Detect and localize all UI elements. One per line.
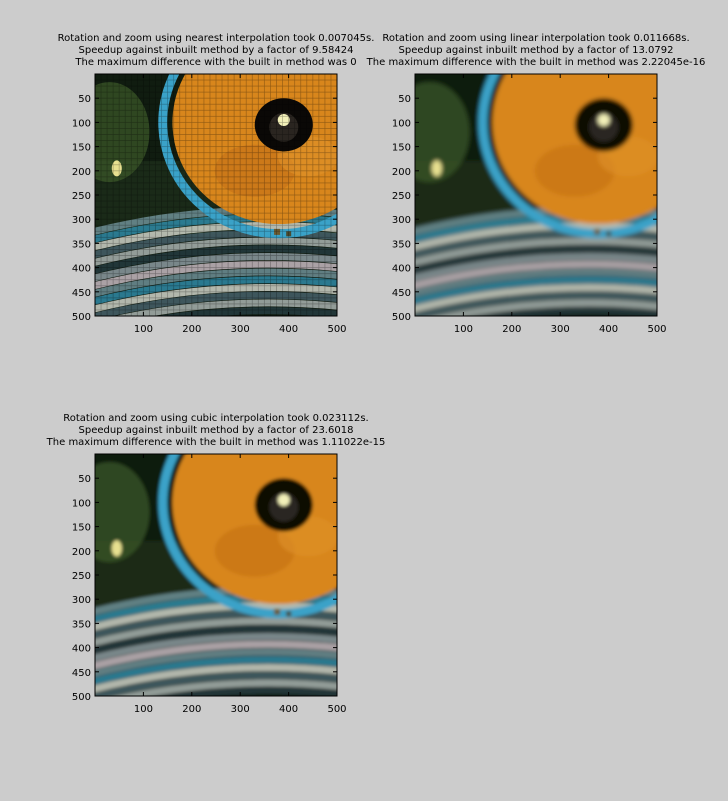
y-tick-label: 100 bbox=[72, 498, 91, 509]
title-line-2: Speedup against inbuilt method by a fact… bbox=[78, 45, 354, 56]
y-tick-label: 250 bbox=[72, 571, 91, 582]
x-tick-label: 300 bbox=[551, 324, 570, 335]
axes-cubic: 50 100 150 200 250 300 350 400 450 500 100 200 300 40… bbox=[70, 450, 360, 720]
y-tick-label: 400 bbox=[392, 264, 411, 275]
image-axes: 50 100 150 200 250 300 350 400 450 500 100 200 300 40… bbox=[72, 453, 347, 715]
x-tick-label: 400 bbox=[599, 324, 618, 335]
y-tick-label: 500 bbox=[72, 312, 91, 323]
x-tick-label: 400 bbox=[279, 324, 298, 335]
x-tick-label: 200 bbox=[502, 324, 521, 335]
y-tick-label: 50 bbox=[398, 94, 411, 105]
y-tick-label: 450 bbox=[72, 288, 91, 299]
y-tick-label: 400 bbox=[72, 644, 91, 655]
y-tick-label: 300 bbox=[72, 595, 91, 606]
x-tick-label: 500 bbox=[647, 324, 666, 335]
y-tick-label: 500 bbox=[392, 312, 411, 323]
y-tick-label: 350 bbox=[72, 239, 91, 250]
x-tick-label: 500 bbox=[327, 324, 346, 335]
title-line-1: Rotation and zoom using nearest interpol… bbox=[57, 33, 375, 44]
y-tick-label: 300 bbox=[392, 215, 411, 226]
title-line-3: The maximum difference with the built in… bbox=[75, 57, 357, 68]
y-tick-label: 250 bbox=[72, 191, 91, 202]
x-tick-label: 100 bbox=[134, 704, 153, 715]
y-tick-label: 50 bbox=[78, 474, 91, 485]
x-tick-label: 100 bbox=[454, 324, 473, 335]
y-tick-label: 450 bbox=[72, 668, 91, 679]
x-tick-label: 400 bbox=[279, 704, 298, 715]
y-tick-label: 250 bbox=[392, 191, 411, 202]
x-tick-label: 300 bbox=[231, 324, 250, 335]
image-axes: 50 100 150 200 250 300 350 400 450 500 100 200 300 40… bbox=[72, 73, 347, 335]
x-tick-label: 200 bbox=[182, 324, 201, 335]
image-axes: 50 100 150 200 250 300 350 400 450 500 100 200 300 40… bbox=[392, 73, 667, 335]
x-tick-label: 500 bbox=[327, 704, 346, 715]
x-tick-label: 200 bbox=[182, 704, 201, 715]
y-tick-label: 350 bbox=[72, 619, 91, 630]
y-tick-label: 450 bbox=[392, 288, 411, 299]
x-tick-label: 100 bbox=[134, 324, 153, 335]
panel-title: Rotation and zoom using nearest interpol… bbox=[58, 33, 375, 69]
y-tick-label: 150 bbox=[392, 143, 411, 154]
y-tick-label: 50 bbox=[78, 94, 91, 105]
title-line-1: Rotation and zoom using linear interpola… bbox=[382, 33, 690, 44]
title-line-1: Rotation and zoom using cubic interpolat… bbox=[63, 413, 369, 424]
y-tick-label: 150 bbox=[72, 523, 91, 534]
y-tick-label: 100 bbox=[392, 118, 411, 129]
panel-title: Rotation and zoom using cubic interpolat… bbox=[47, 413, 386, 449]
y-tick-label: 200 bbox=[72, 547, 91, 558]
y-tick-label: 300 bbox=[72, 215, 91, 226]
axes-nearest: 50 100 150 200 250 300 350 400 450 500 100 200 300 40… bbox=[70, 70, 360, 340]
y-tick-label: 200 bbox=[72, 167, 91, 178]
y-tick-label: 200 bbox=[392, 167, 411, 178]
title-line-3: The maximum difference with the built in… bbox=[366, 57, 706, 68]
x-tick-label: 300 bbox=[231, 704, 250, 715]
title-line-3: The maximum difference with the built in… bbox=[46, 437, 386, 448]
y-tick-label: 400 bbox=[72, 264, 91, 275]
y-tick-label: 500 bbox=[72, 692, 91, 703]
axes-linear: 50 100 150 200 250 300 350 400 450 500 100 200 300 40… bbox=[390, 70, 680, 340]
y-tick-label: 350 bbox=[392, 239, 411, 250]
title-line-2: Speedup against inbuilt method by a fact… bbox=[398, 45, 674, 56]
panel-title: Rotation and zoom using linear interpola… bbox=[367, 33, 706, 69]
title-line-2: Speedup against inbuilt method by a fact… bbox=[78, 425, 354, 436]
y-tick-label: 100 bbox=[72, 118, 91, 129]
y-tick-label: 150 bbox=[72, 143, 91, 154]
